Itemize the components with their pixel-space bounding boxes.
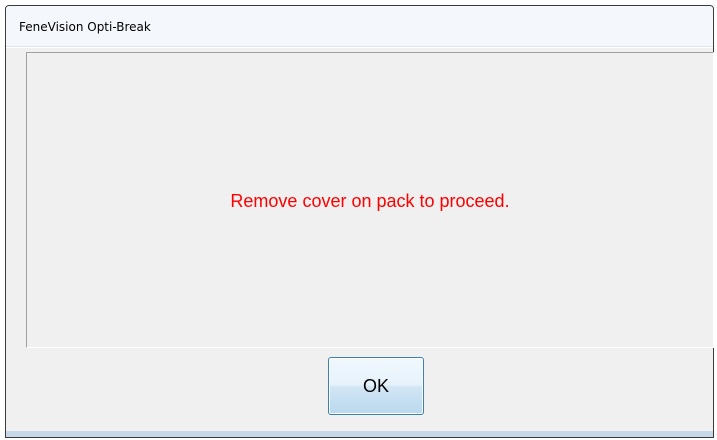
dialog-window: FeneVision Opti-Break Remove cover on pa… (5, 5, 714, 438)
message-text: Remove cover on pack to proceed. (230, 191, 510, 211)
dialog-client-area: Remove cover on pack to proceed. OK (6, 47, 714, 431)
window-title: FeneVision Opti-Break (19, 20, 151, 34)
message-panel: Remove cover on pack to proceed. (26, 52, 714, 348)
title-bar[interactable]: FeneVision Opti-Break (6, 6, 713, 47)
ok-button[interactable]: OK (328, 357, 424, 415)
